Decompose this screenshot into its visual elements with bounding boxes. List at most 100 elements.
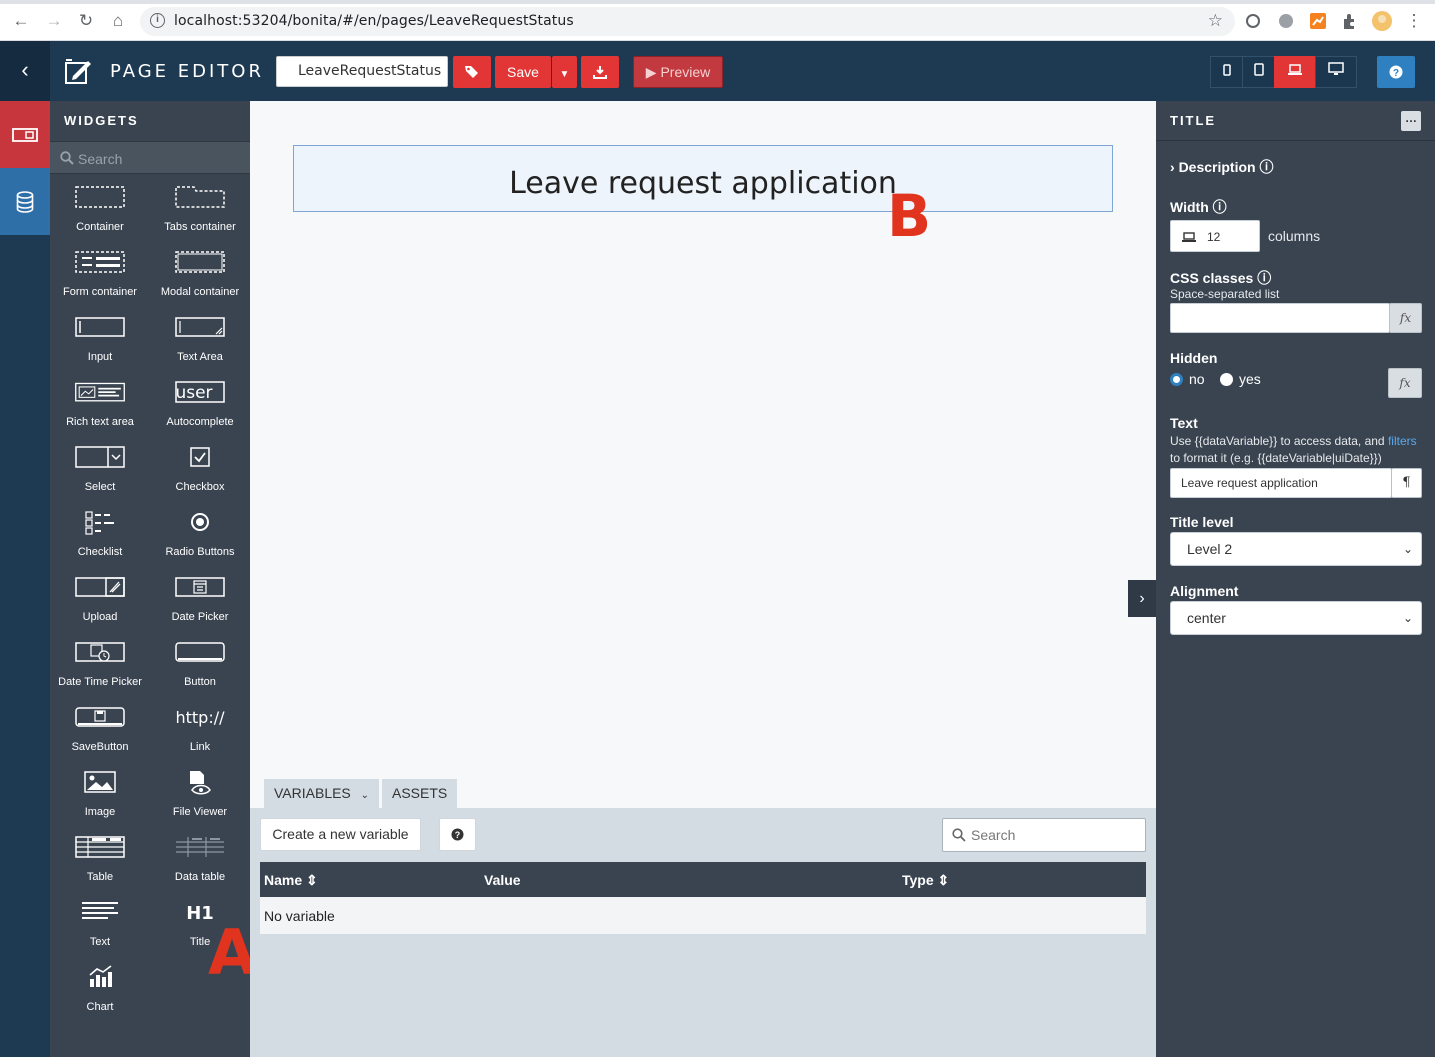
widget-autocomplete[interactable]: user Autocomplete <box>150 378 250 443</box>
site-info-icon[interactable]: i <box>150 13 165 28</box>
tab-variables[interactable]: VARIABLES ⌄ <box>264 779 380 808</box>
widget-table[interactable]: Table <box>50 833 150 898</box>
search-icon <box>60 151 74 165</box>
extension-chart-icon[interactable] <box>1309 12 1327 30</box>
page-name-input[interactable]: LeaveRequestStatus <box>276 56 448 87</box>
widgets-search-input[interactable]: Search <box>50 141 250 174</box>
text-value-input[interactable]: Leave request application <box>1170 468 1392 498</box>
collapse-properties-chevron-icon[interactable]: › <box>1128 580 1156 617</box>
back-arrow-icon[interactable]: ← <box>10 10 32 32</box>
rich-text-area-icon <box>75 382 125 402</box>
widget-container[interactable]: Container <box>50 183 150 248</box>
info-icon: ⓘ <box>1257 270 1272 286</box>
home-icon[interactable]: ⌂ <box>107 10 129 32</box>
device-desktop-button[interactable] <box>1315 56 1357 88</box>
save-button[interactable]: Save <box>495 56 551 88</box>
save-dropdown-button[interactable]: ▼ <box>552 56 577 88</box>
widget-upload[interactable]: Upload <box>50 573 150 638</box>
chart-icon <box>89 965 112 987</box>
widget-label: Table <box>86 871 114 883</box>
device-tablet-button[interactable] <box>1242 56 1275 88</box>
data-table-icon <box>176 837 224 857</box>
reload-icon[interactable]: ↻ <box>75 10 97 32</box>
widget-date-time-picker[interactable]: Date Time Picker <box>50 638 150 703</box>
forward-arrow-icon[interactable]: → <box>43 10 65 32</box>
variables-search-input[interactable]: Search <box>942 818 1146 852</box>
profile-avatar[interactable] <box>1372 11 1392 31</box>
widget-link[interactable]: http:// Link <box>150 703 250 768</box>
tab-assets[interactable]: ASSETS <box>382 779 458 808</box>
checkbox-icon <box>190 447 210 467</box>
more-options-icon[interactable]: … <box>1401 111 1421 131</box>
extension-circle-icon[interactable] <box>1244 12 1262 30</box>
extension-gray-icon[interactable] <box>1277 12 1295 30</box>
widget-form-container[interactable]: Form container <box>50 248 150 313</box>
back-chevron-icon[interactable]: ‹ <box>0 41 50 101</box>
tags-button[interactable] <box>453 56 491 88</box>
caret-down-icon: ▼ <box>559 69 570 80</box>
css-fx-button[interactable]: fx <box>1389 303 1422 333</box>
checklist-icon <box>85 511 114 535</box>
widget-input[interactable]: Input <box>50 313 150 378</box>
bookmark-star-icon[interactable]: ☆ <box>1208 11 1223 31</box>
rail-data-tab[interactable] <box>0 168 50 235</box>
laptop-icon <box>1288 64 1302 75</box>
widget-date-picker[interactable]: Date Picker <box>150 573 250 638</box>
widget-radio-buttons[interactable]: Radio Buttons <box>150 508 250 573</box>
widget-chart[interactable]: Chart <box>50 963 150 1028</box>
widget-label: Text <box>89 936 111 948</box>
widget-checklist[interactable]: Checklist <box>50 508 150 573</box>
widget-label: Data table <box>174 871 226 883</box>
css-label-text: CSS classes <box>1170 270 1254 286</box>
alignment-select[interactable]: center ⌄ <box>1170 601 1422 635</box>
text-area-icon <box>175 317 225 337</box>
widget-text[interactable]: Text <box>50 898 150 963</box>
column-name[interactable]: Name ⇕ <box>264 872 318 889</box>
help-button[interactable]: ? <box>1377 56 1415 88</box>
create-variable-button[interactable]: Create a new variable <box>260 818 421 851</box>
widget-select[interactable]: Select <box>50 443 150 508</box>
css-classes-label: CSS classes ⓘ <box>1170 268 1271 288</box>
column-type[interactable]: Type ⇕ <box>902 872 949 889</box>
text-label: Text <box>1170 415 1198 431</box>
address-bar[interactable]: i localhost:53204/bonita/#/en/pages/Leav… <box>140 7 1235 36</box>
widget-rich-text-area[interactable]: Rich text area <box>50 378 150 443</box>
bottom-tabs: VARIABLES ⌄ ASSETS <box>250 767 1156 808</box>
widget-save-button[interactable]: SaveButton <box>50 703 150 768</box>
pilcrow-toggle-icon[interactable]: ¶ <box>1391 468 1422 498</box>
preview-button[interactable]: ▶ Preview <box>633 56 723 88</box>
hidden-no-radio[interactable] <box>1170 373 1183 386</box>
alignment-label: Alignment <box>1170 583 1239 599</box>
widget-file-viewer[interactable]: File Viewer <box>150 768 250 833</box>
widget-tabs-container[interactable]: Tabs container <box>150 183 250 248</box>
description-toggle[interactable]: › Description ⓘ <box>1170 157 1273 177</box>
hidden-fx-button[interactable]: fx <box>1388 368 1422 398</box>
variables-help-button[interactable]: ? <box>439 818 476 851</box>
extensions-puzzle-icon[interactable] <box>1341 12 1359 30</box>
device-phone-button[interactable] <box>1210 56 1243 88</box>
css-classes-input[interactable] <box>1170 303 1390 333</box>
hidden-yes-radio[interactable] <box>1220 373 1233 386</box>
widget-data-table[interactable]: Data table <box>150 833 250 898</box>
sort-icon: ⇕ <box>306 872 318 888</box>
title-level-select[interactable]: Level 2 ⌄ <box>1170 532 1422 566</box>
rail-widgets-tab[interactable] <box>0 101 50 168</box>
annotation-b: B <box>887 182 932 250</box>
widget-button[interactable]: Button <box>150 638 250 703</box>
widget-modal-container[interactable]: Modal container <box>150 248 250 313</box>
hidden-no-label: no <box>1189 371 1205 387</box>
widget-text-area[interactable]: Text Area <box>150 313 250 378</box>
device-laptop-button[interactable] <box>1274 56 1316 88</box>
tab-variables-label: VARIABLES <box>274 785 351 801</box>
width-input[interactable]: 12 <box>1170 220 1260 252</box>
title-widget-selected[interactable]: Leave request application <box>293 145 1113 212</box>
widget-image[interactable]: Image <box>50 768 150 833</box>
variables-table-header: Name ⇕ Value Type ⇕ <box>260 862 1146 897</box>
chevron-down-icon: ⌄ <box>1402 542 1413 556</box>
export-button[interactable] <box>581 56 619 88</box>
page-canvas[interactable]: Leave request application <box>250 101 1156 808</box>
text-icon <box>82 902 118 919</box>
widget-checkbox[interactable]: Checkbox <box>150 443 250 508</box>
browser-menu-icon[interactable]: ⋮ <box>1403 10 1425 32</box>
filters-link[interactable]: filters <box>1388 434 1417 448</box>
